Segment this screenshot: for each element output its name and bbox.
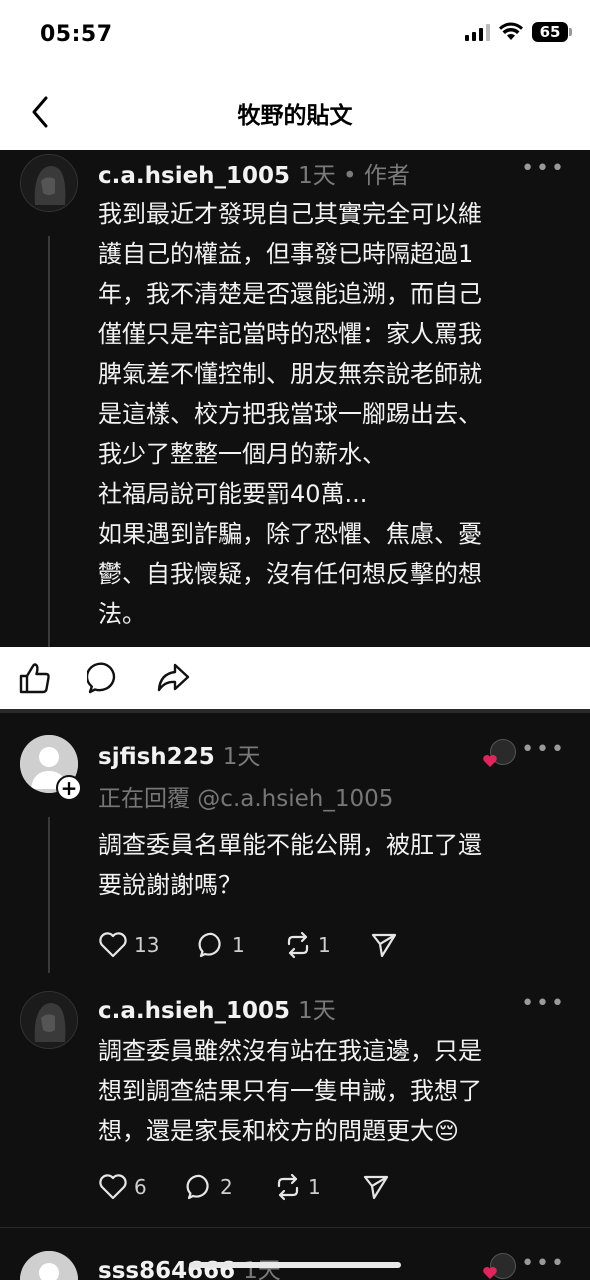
comment-body: 調查委員雖然沒有站在我這邊，只是 想到調查結果只有一隻申誡，我想了 想，還是家長… bbox=[98, 1031, 568, 1151]
battery-icon: 65 bbox=[532, 22, 572, 42]
reply-count: 2 bbox=[220, 1175, 233, 1199]
reply-to-label: 正在回覆 @c.a.hsieh_1005 bbox=[98, 786, 394, 812]
more-button[interactable]: ••• bbox=[521, 737, 566, 762]
comment-author-row: c.a.hsieh_1005 1天 bbox=[98, 991, 336, 1025]
username[interactable]: c.a.hsieh_1005 bbox=[98, 998, 290, 1024]
more-button[interactable]: ••• bbox=[521, 991, 566, 1016]
status-icons: 65 bbox=[465, 22, 572, 42]
post-line: 社福局說可能要罰40萬... bbox=[98, 480, 368, 508]
page-title: 牧野的貼文 bbox=[237, 103, 353, 129]
signal-icon bbox=[465, 23, 490, 41]
send-button[interactable] bbox=[362, 1173, 390, 1201]
comment-author-row: sjfish225 1天 bbox=[98, 737, 260, 771]
post-line: 年，我不清楚是否還能追溯，而自己 bbox=[98, 280, 482, 308]
send-button[interactable] bbox=[370, 931, 398, 959]
post-line: 護自己的權益，但事發已時隔超過1 bbox=[98, 240, 474, 268]
default-avatar-icon bbox=[20, 1251, 78, 1280]
post-author-row: c.a.hsieh_1005 1天 • 作者 bbox=[98, 156, 410, 190]
post-line: 如果遇到詐騙，除了恐懼、焦慮、憂 bbox=[98, 520, 482, 548]
avatar[interactable] bbox=[20, 991, 78, 1049]
send-icon bbox=[363, 1175, 389, 1200]
avatar[interactable] bbox=[20, 154, 78, 212]
more-button[interactable]: ••• bbox=[521, 156, 566, 181]
post-line: 鬱、自我懷疑，沒有任何想反擊的想 bbox=[98, 560, 482, 588]
thread-line bbox=[48, 236, 50, 647]
thumbs-up-icon[interactable] bbox=[18, 661, 52, 695]
comment-stats: 13 1 1 bbox=[98, 931, 398, 959]
reply-count: 1 bbox=[232, 933, 245, 957]
post-action-bar bbox=[0, 647, 590, 709]
speech-bubble-icon[interactable] bbox=[87, 661, 121, 695]
share-icon[interactable] bbox=[156, 661, 190, 695]
comment-time: 1天 bbox=[222, 744, 261, 770]
avatar-image bbox=[21, 155, 77, 211]
comment-line: 要說謝謝嗎？ bbox=[98, 871, 242, 899]
wifi-icon bbox=[499, 22, 523, 40]
like-button[interactable]: 13 bbox=[98, 931, 198, 959]
main-post: c.a.hsieh_1005 1天 • 作者 ••• 我到最近才發現自己其實完全… bbox=[0, 150, 590, 647]
like-count: 6 bbox=[134, 1175, 147, 1199]
header: 牧野的貼文 bbox=[0, 72, 590, 150]
comment-body: 調查委員名單能不能公開，被肛了還 要說謝謝嗎？ bbox=[98, 825, 568, 905]
repost-button[interactable]: 1 bbox=[274, 1173, 362, 1201]
thread-line bbox=[48, 817, 50, 973]
status-bar: 05:57 65 bbox=[0, 0, 590, 72]
post-line: 我少了整整一個月的薪水、 bbox=[98, 440, 386, 468]
username[interactable]: sjfish225 bbox=[98, 744, 215, 770]
follow-plus-icon[interactable]: + bbox=[56, 775, 82, 801]
post-line: 法。 bbox=[98, 600, 146, 628]
repost-icon bbox=[277, 1173, 299, 1201]
repost-count: 1 bbox=[318, 933, 331, 957]
comment-line: 想到調查結果只有一隻申誡，我想了 bbox=[98, 1077, 482, 1105]
more-button[interactable]: ••• bbox=[521, 1251, 566, 1276]
comment-line: 想，還是家長和校方的問題更大😔 bbox=[98, 1117, 460, 1145]
comments-area: + sjfish225 1天 ••• 正在回覆 @c.a.hsieh_1005 … bbox=[0, 713, 590, 1280]
comment-stats: 6 2 1 bbox=[98, 1173, 390, 1201]
like-count: 13 bbox=[134, 933, 160, 957]
home-indicator[interactable] bbox=[189, 1262, 401, 1268]
send-icon bbox=[371, 933, 397, 958]
post-line: 是這樣、校方把我當球一腳踢出去、 bbox=[98, 400, 482, 428]
post-line: 僅僅只是牢記當時的恐懼：家人罵我 bbox=[98, 320, 482, 348]
repost-count: 1 bbox=[308, 1175, 321, 1199]
speech-bubble-icon bbox=[186, 1174, 209, 1200]
avatar-image bbox=[21, 992, 77, 1048]
reply-button[interactable]: 1 bbox=[198, 931, 284, 959]
username[interactable]: c.a.hsieh_1005 bbox=[98, 163, 290, 189]
heart-icon bbox=[99, 1174, 127, 1200]
comment-time: 1天 bbox=[298, 998, 336, 1024]
heart-icon bbox=[483, 1267, 497, 1279]
post-body: 我到最近才發現自己其實完全可以維 護自己的權益，但事發已時隔超過1 年，我不清楚… bbox=[98, 194, 568, 634]
post-line: 脾氣差不懂控制、朋友無奈說老師就 bbox=[98, 360, 482, 388]
post-line: 我到最近才發現自己其實完全可以維 bbox=[98, 200, 482, 228]
reply-button[interactable]: 2 bbox=[186, 1173, 274, 1201]
repost-button[interactable]: 1 bbox=[284, 931, 370, 959]
comment-divider bbox=[0, 1227, 590, 1228]
speech-bubble-icon bbox=[198, 932, 221, 958]
comment-line: 調查委員雖然沒有站在我這邊，只是 bbox=[98, 1037, 482, 1065]
avatar[interactable] bbox=[20, 1251, 78, 1280]
repost-icon bbox=[287, 931, 309, 959]
status-time: 05:57 bbox=[40, 22, 113, 47]
heart-icon bbox=[99, 932, 127, 958]
heart-icon bbox=[483, 755, 497, 767]
post-meta: 1天 • 作者 bbox=[298, 163, 410, 189]
like-button[interactable]: 6 bbox=[98, 1173, 186, 1201]
comment-line: 調查委員名單能不能公開，被肛了還 bbox=[98, 831, 482, 859]
